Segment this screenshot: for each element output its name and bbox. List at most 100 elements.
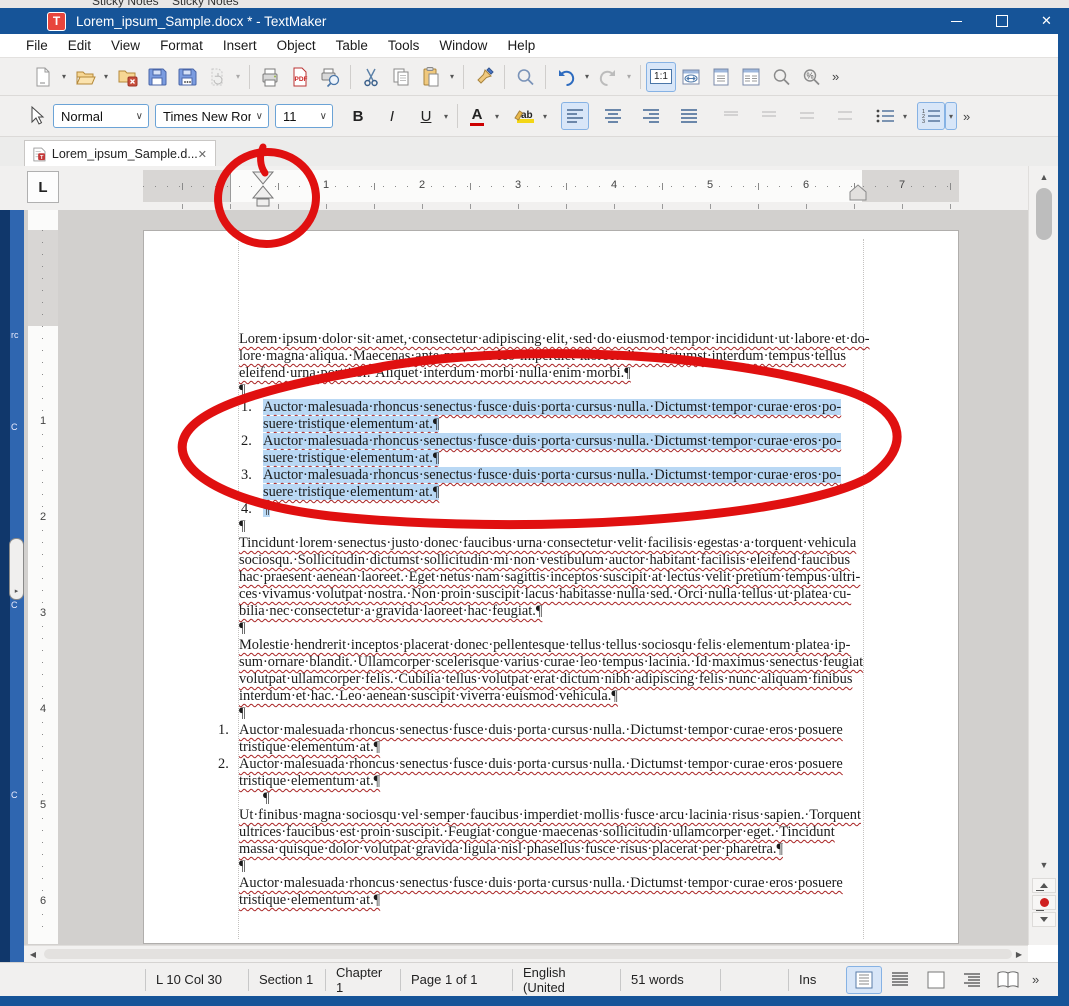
align-left-button[interactable] <box>561 102 589 130</box>
menu-view[interactable]: View <box>101 36 150 55</box>
print-preview-button[interactable] <box>315 62 345 92</box>
horizontal-scrollbar-thumb[interactable] <box>44 949 1012 959</box>
numbered-list-item: 3. Auctor·malesuada·rhoncus·senectus·fus… <box>239 467 879 501</box>
empty-paragraph-mark: ¶ <box>239 858 879 875</box>
zoom-100-button[interactable]: 1:1 <box>646 62 676 92</box>
right-indent-marker[interactable] <box>848 184 870 202</box>
scroll-down-arrow[interactable]: ▼ <box>1033 856 1055 874</box>
zoom-percent-button[interactable]: % <box>796 62 826 92</box>
paste-dropdown[interactable]: ▾ <box>446 62 458 92</box>
new-document-dropdown[interactable]: ▾ <box>58 62 70 92</box>
save-button[interactable] <box>142 62 172 92</box>
list-number: 3. <box>241 467 252 484</box>
previous-page-button[interactable] <box>1032 878 1056 893</box>
view-layout-button[interactable] <box>918 966 954 994</box>
ruler-number: 6 <box>800 179 812 191</box>
menu-window[interactable]: Window <box>429 36 497 55</box>
next-page-button[interactable] <box>1032 912 1056 927</box>
horizontal-ruler[interactable]: 1 2 3 4 5 6 7 <box>143 170 959 202</box>
align-right-button[interactable] <box>637 102 665 130</box>
undo-button[interactable] <box>551 62 581 92</box>
view-columns-button[interactable] <box>736 62 766 92</box>
export-pdf-button[interactable]: PDF <box>285 62 315 92</box>
maximize-button[interactable] <box>979 8 1024 34</box>
menu-object[interactable]: Object <box>267 36 326 55</box>
numbered-list-item: 4. ¶ <box>239 501 879 518</box>
background-tab-label: Sticky Notes <box>172 0 239 8</box>
view-fit-width-button[interactable] <box>676 62 706 92</box>
align-center-button[interactable] <box>599 102 627 130</box>
search-button[interactable] <box>510 62 540 92</box>
vertical-scrollbar-thumb[interactable] <box>1036 188 1052 240</box>
menu-table[interactable]: Table <box>326 36 378 55</box>
cut-button[interactable] <box>356 62 386 92</box>
redo-icon <box>597 66 619 88</box>
bullet-list-button[interactable] <box>871 102 899 130</box>
highlight-button[interactable]: ab <box>511 102 539 130</box>
toolbar-overflow-button[interactable]: » <box>832 69 839 84</box>
view-outline-button[interactable] <box>954 966 990 994</box>
numbered-list-dropdown[interactable]: ▾ <box>945 102 957 130</box>
window-title: Lorem_ipsum_Sample.docx * - TextMaker <box>76 14 326 29</box>
italic-button[interactable]: I <box>378 102 406 130</box>
version-restore-dropdown: ▾ <box>232 62 244 92</box>
line-spacing-115-button <box>755 102 783 130</box>
bold-button[interactable]: B <box>344 102 372 130</box>
next-page-icon <box>1040 917 1048 922</box>
open-button[interactable] <box>70 62 100 92</box>
horizontal-scrollbar[interactable]: ◀ ▶ <box>24 945 1028 962</box>
open-dropdown[interactable]: ▾ <box>100 62 112 92</box>
font-size-combo[interactable]: 11∨ <box>275 104 333 128</box>
highlight-dropdown[interactable]: ▾ <box>539 101 551 131</box>
menu-file[interactable]: File <box>16 36 58 55</box>
font-name-combo[interactable]: Times New Roman∨ <box>155 104 269 128</box>
toolbar-overflow-button[interactable]: » <box>963 109 970 124</box>
view-page-button[interactable] <box>706 62 736 92</box>
pointer-tool-button[interactable] <box>22 102 50 130</box>
format-painter-button[interactable] <box>469 62 499 92</box>
statusbar-overflow-button[interactable]: » <box>1032 972 1039 987</box>
save-all-button[interactable] <box>172 62 202 92</box>
view-fit-width-icon <box>680 66 702 88</box>
menu-help[interactable]: Help <box>497 36 545 55</box>
sidebar-collapse-handle[interactable]: ▸ <box>9 538 24 600</box>
close-document-button[interactable] <box>112 62 142 92</box>
scroll-right-arrow[interactable]: ▶ <box>1012 948 1026 960</box>
vertical-ruler[interactable]: 1 2 3 4 5 6 <box>28 210 58 944</box>
underline-button[interactable]: U <box>412 102 440 130</box>
new-document-button[interactable] <box>28 62 58 92</box>
tab-close-icon[interactable]: ✕ <box>198 148 207 161</box>
document-tab[interactable]: T Lorem_ipsum_Sample.d... ✕ <box>24 140 216 167</box>
toolbar-separator <box>249 65 250 89</box>
menu-format[interactable]: Format <box>150 36 213 55</box>
justify-button[interactable] <box>675 102 703 130</box>
vertical-scrollbar[interactable]: ▲ ▼ <box>1028 166 1058 945</box>
scroll-left-arrow[interactable]: ◀ <box>26 948 40 960</box>
font-color-dropdown[interactable]: ▾ <box>491 101 503 131</box>
menu-tools[interactable]: Tools <box>378 36 430 55</box>
menu-edit[interactable]: Edit <box>58 36 101 55</box>
zoom-button[interactable] <box>766 62 796 92</box>
menu-insert[interactable]: Insert <box>213 36 267 55</box>
toolbar-separator <box>350 65 351 89</box>
browse-object-button[interactable] <box>1032 895 1056 910</box>
view-normal-button[interactable] <box>846 966 882 994</box>
paste-button[interactable] <box>416 62 446 92</box>
scroll-up-arrow[interactable]: ▲ <box>1033 168 1055 186</box>
underline-dropdown[interactable]: ▾ <box>440 101 452 131</box>
view-continuous-button[interactable] <box>882 966 918 994</box>
minimize-button[interactable] <box>934 8 979 34</box>
copy-button[interactable] <box>386 62 416 92</box>
paragraph-style-combo[interactable]: Normal∨ <box>53 104 149 128</box>
bullet-list-dropdown[interactable]: ▾ <box>899 101 911 131</box>
document-text[interactable]: Lorem·ipsum·dolor·sit·amet,·consectetur·… <box>239 331 879 909</box>
font-color-button[interactable]: A <box>463 102 491 130</box>
tab-type-selector[interactable]: L <box>27 171 59 203</box>
view-book-button[interactable] <box>990 966 1026 994</box>
undo-dropdown[interactable]: ▾ <box>581 62 593 92</box>
numbered-list-button[interactable]: 123 <box>917 102 945 130</box>
pointer-icon <box>26 105 46 127</box>
document-page[interactable]: Lorem·ipsum·dolor·sit·amet,·consectetur·… <box>143 230 959 944</box>
print-button[interactable] <box>255 62 285 92</box>
close-button[interactable]: ✕ <box>1024 8 1069 34</box>
